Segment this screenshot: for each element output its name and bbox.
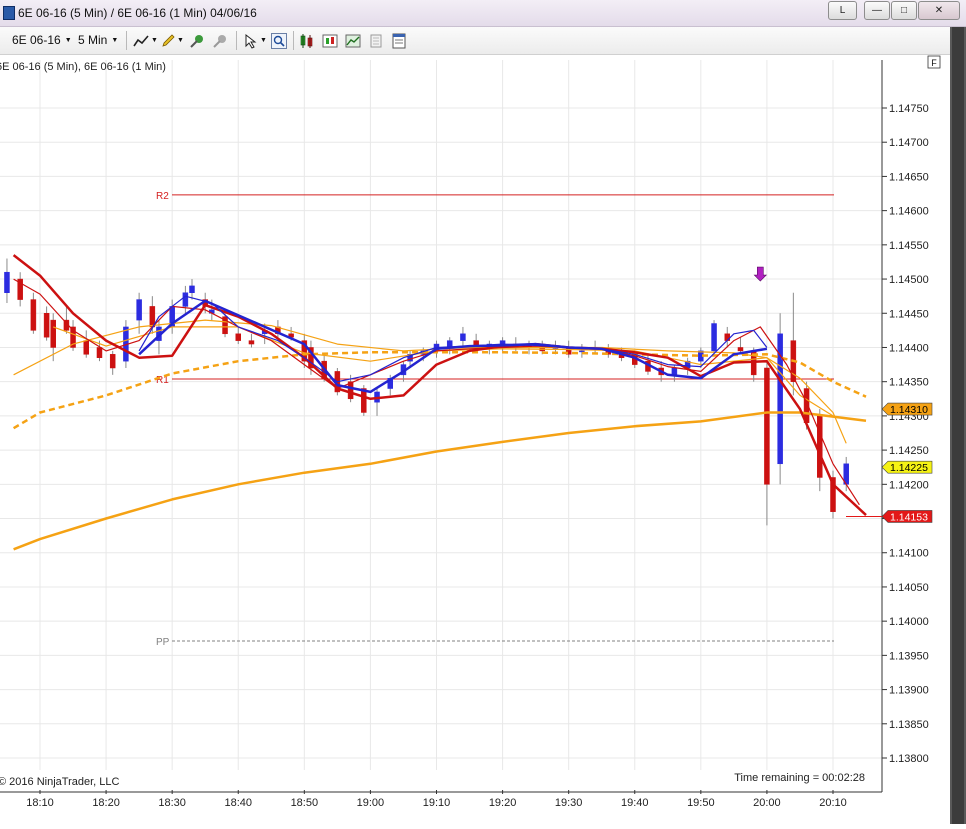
time-axis-label: 19:30 (555, 797, 583, 809)
price-axis-label: 1.14250 (889, 445, 929, 457)
time-axis-label: 19:40 (621, 797, 649, 809)
price-axis-label: 1.13900 (889, 685, 929, 697)
candle-down (43, 313, 50, 338)
price-axis-label: 1.14450 (889, 308, 929, 320)
price-chart[interactable]: R2 R1 PP 1.14750 1.14700 1.14650 1.14600 1.145… (0, 55, 950, 824)
maximize-button[interactable]: □ (891, 1, 917, 20)
chevron-down-icon: ▼ (111, 37, 119, 45)
price-axis-label: 1.13800 (889, 753, 929, 765)
price-badge-label: 1.14310 (890, 404, 928, 416)
chevron-down-icon[interactable]: ▼ (260, 37, 267, 44)
price-axis-label: 1.14500 (889, 274, 929, 286)
price-axis-label: 1.13950 (889, 650, 929, 662)
chart-corner-button-label: F (931, 58, 937, 68)
price-axis-label: 1.14750 (889, 103, 929, 115)
price-axis-label: 1.14050 (889, 582, 929, 594)
candle-down (737, 347, 744, 352)
price-axis-label: 1.13850 (889, 719, 929, 731)
instruments-label: 6E 06-16 (5 Min), 6E 06-16 (1 Min) (0, 61, 166, 73)
time-axis-label: 19:00 (357, 797, 385, 809)
lock-button[interactable]: L (828, 1, 857, 20)
time-axis-label: 18:30 (158, 797, 186, 809)
close-button[interactable]: ✕ (918, 1, 960, 20)
candle-up (711, 323, 717, 352)
time-axis-label: 18:20 (92, 797, 120, 809)
properties-icon[interactable] (391, 33, 407, 49)
candle-down (109, 354, 116, 369)
price-badge-label: 1.14225 (890, 462, 928, 474)
price-axis-label: 1.14700 (889, 137, 929, 149)
candle-down (83, 340, 90, 355)
price-axis-label: 1.14350 (889, 377, 929, 389)
price-axis-label: 1.14400 (889, 342, 929, 354)
candle-down (248, 340, 255, 345)
pivot-label-r2: R2 (156, 191, 169, 202)
time-axis-label: 18:10 (26, 797, 54, 809)
toolbar-separator (126, 31, 127, 50)
candle-up (460, 333, 466, 341)
time-axis-label: 19:20 (489, 797, 517, 809)
toolbar-separator (236, 31, 237, 50)
candle-up (579, 350, 585, 353)
time-axis-label: 18:40 (224, 797, 252, 809)
candle-down (30, 299, 37, 331)
candle-down (764, 367, 770, 485)
pivot-label-pp: PP (156, 637, 170, 648)
line-draw-icon[interactable] (133, 33, 149, 49)
indicator-icon[interactable] (322, 33, 338, 49)
price-axis-label: 1.14100 (889, 548, 929, 560)
candle-up (182, 292, 189, 307)
candle-down (235, 333, 241, 341)
price-badge-label: 1.14153 (890, 511, 928, 523)
time-axis-label: 19:50 (687, 797, 715, 809)
price-axis-label: 1.14600 (889, 206, 929, 218)
candle-up (671, 367, 678, 376)
chevron-down-icon[interactable]: ▼ (177, 37, 184, 44)
candle-up (189, 285, 195, 293)
window-titlebar: 6E 06-16 (5 Min) / 6E 06-16 (1 Min) 04/0… (0, 0, 966, 27)
window-title: 6E 06-16 (5 Min) / 6E 06-16 (1 Min) 04/0… (18, 6, 257, 20)
window-right-border (950, 27, 966, 824)
time-axis-label: 20:10 (819, 797, 847, 809)
chart-toolbar: 6E 06-16 ▼ 5 Min ▼ ▼ ▼ ▼ (0, 27, 966, 55)
price-axis-label: 1.14200 (889, 479, 929, 491)
copyright-label: © 2016 NinjaTrader, LLC (0, 776, 119, 788)
instrument-selector[interactable]: 6E 06-16 ▼ (12, 33, 72, 47)
zoom-out-icon[interactable] (212, 33, 228, 49)
chart-canvas[interactable]: R2 R1 PP 1.14750 1.14700 1.14650 1.14600 1.145… (0, 55, 950, 824)
data-box-icon[interactable] (368, 33, 384, 49)
candle-down (817, 415, 823, 478)
minimize-button[interactable]: — (864, 1, 890, 20)
instrument-label: 6E 06-16 (12, 33, 61, 47)
candle-up (136, 299, 142, 321)
app-icon (3, 6, 15, 20)
pivot-label-r1: R1 (156, 375, 169, 386)
price-axis-label: 1.14550 (889, 240, 929, 252)
bar-type-icon[interactable] (299, 33, 315, 49)
candle-up (4, 271, 10, 293)
candle-down (50, 319, 56, 348)
chevron-down-icon[interactable]: ▼ (151, 37, 158, 44)
interval-selector[interactable]: 5 Min ▼ (78, 33, 118, 47)
magnifier-icon[interactable] (271, 33, 287, 49)
candle-down (96, 347, 103, 358)
time-axis-label: 18:50 (291, 797, 319, 809)
chevron-down-icon: ▼ (64, 37, 72, 45)
price-axis-label: 1.14000 (889, 616, 929, 628)
cursor-select-icon[interactable] (243, 33, 259, 49)
time-axis-label: 19:10 (423, 797, 451, 809)
toolbar-separator (293, 31, 294, 50)
time-axis-label: 20:00 (753, 797, 781, 809)
zoom-in-icon[interactable] (189, 33, 205, 49)
price-axis-label: 1.14650 (889, 171, 929, 183)
pencil-icon[interactable] (160, 33, 176, 49)
interval-label: 5 Min (78, 33, 108, 47)
time-remaining-label: Time remaining = 00:02:28 (734, 772, 865, 784)
chart-style-icon[interactable] (345, 33, 361, 49)
